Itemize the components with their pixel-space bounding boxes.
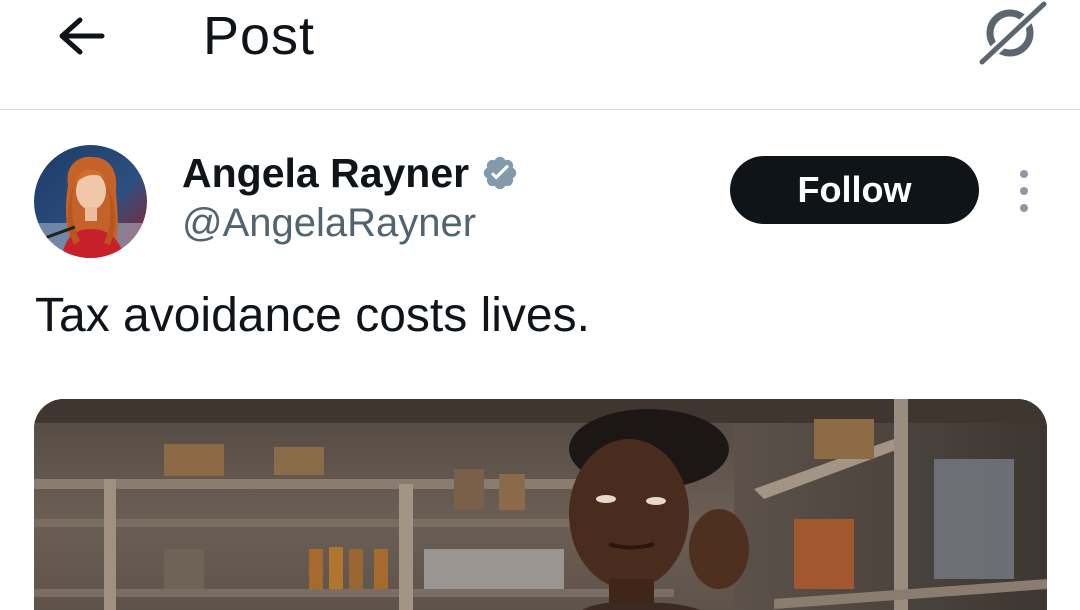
- verified-badge-icon: [481, 154, 519, 192]
- page-title: Post: [203, 6, 316, 66]
- arrow-left-icon: [59, 17, 105, 55]
- grok-icon: [976, 0, 1048, 66]
- display-name: Angela Rayner: [182, 150, 470, 196]
- tweet-text: Tax avoidance costs lives.: [35, 289, 590, 342]
- grok-button[interactable]: [970, 0, 1050, 66]
- more-options-button[interactable]: [1004, 170, 1044, 212]
- author-name-row[interactable]: Angela Rayner: [182, 148, 519, 198]
- more-vertical-icon: [1020, 170, 1028, 178]
- top-bar: Post: [0, 0, 1080, 110]
- tweet-media-photo[interactable]: [34, 399, 1047, 610]
- avatar[interactable]: [34, 145, 147, 258]
- avatar-photo: [34, 145, 147, 258]
- back-button[interactable]: [50, 8, 110, 64]
- follow-button[interactable]: Follow: [730, 156, 979, 224]
- photo-image: [34, 399, 1047, 610]
- post-screen: Post Angela Rayner @AngelaRayner Follow …: [0, 0, 1080, 610]
- author-handle[interactable]: @AngelaRayner: [182, 198, 476, 248]
